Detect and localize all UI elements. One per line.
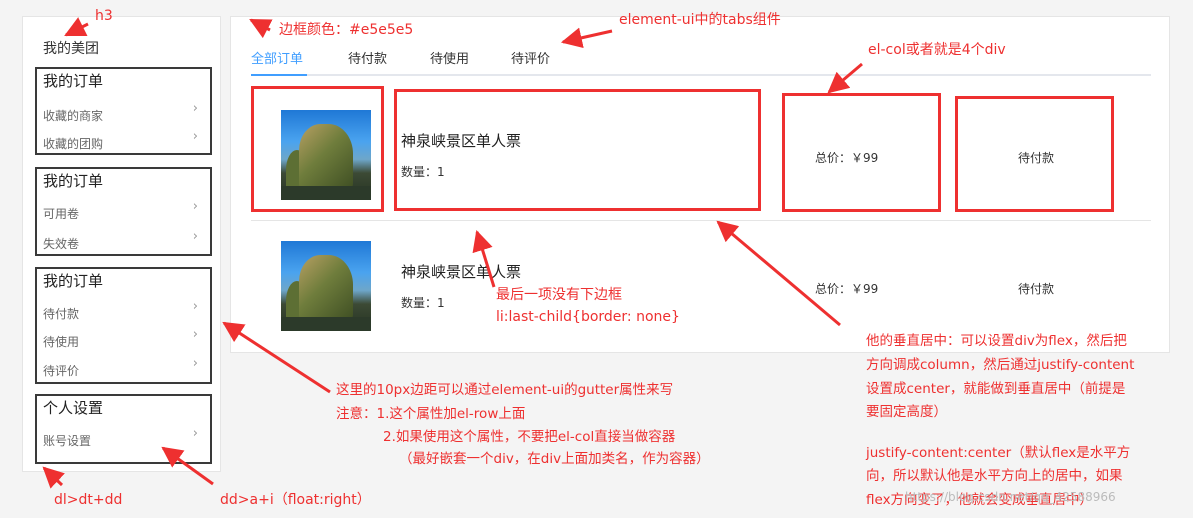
sidebar-item-pending-payment[interactable]: 待付款 [43, 305, 79, 322]
sidebar-group-orders: 我的订单 收藏的商家 › 收藏的团购 › [35, 67, 212, 155]
tab-active-indicator [251, 74, 307, 76]
sidebar-item-valid-coupons[interactable]: 可用卷 [43, 205, 79, 222]
annotation-last-child: 最后一项没有下边框 [496, 287, 622, 303]
sidebar-item-account-settings[interactable]: 账号设置 [43, 432, 91, 449]
sidebar-item-favorite-shops[interactable]: 收藏的商家 [43, 107, 103, 124]
annotation-tabs-component: element-ui中的tabs组件 [619, 12, 781, 28]
sidebar-group-coupons: 我的订单 可用卷 › 失效卷 › [35, 167, 212, 256]
group-title: 我的订单 [43, 172, 104, 190]
tab-all-orders[interactable]: 全部订单 [251, 48, 303, 67]
annotation-box-status-col [955, 96, 1114, 212]
annotation-gutter-line4: （最好嵌套一个div，在div上面加类名，作为容器） [399, 451, 710, 467]
annotation-el-col: el-col或者就是4个div [868, 42, 1006, 58]
annotation-box-info-col [394, 89, 761, 211]
tab-pending-review[interactable]: 待评价 [511, 48, 550, 67]
annotation-vcenter-line3: 设置成center，就能做到垂直居中（前提是 [866, 381, 1126, 397]
annotation-gutter-line2: 注意：1.这个属性加el-row上面 [336, 406, 526, 422]
chevron-right-icon: › [192, 426, 198, 441]
chevron-right-icon: › [192, 129, 198, 144]
annotation-border-color: 边框颜色：#e5e5e5 [279, 22, 414, 38]
sidebar: 我的美团 我的订单 收藏的商家 › 收藏的团购 › 我的订单 可用卷 › 失效卷… [22, 16, 221, 472]
group-title: 我的订单 [43, 272, 104, 290]
annotation-last-child-css: li:last-child{border: none} [496, 309, 680, 325]
product-quantity: 数量：1 [401, 296, 445, 310]
order-total-price: 总价：￥99 [815, 282, 879, 296]
annotation-vcenter-line1: 他的垂直居中：可以设置div为flex，然后把 [866, 333, 1127, 349]
chevron-right-icon: › [192, 299, 198, 314]
annotation-vcenter-line4: 要固定高度） [866, 404, 947, 420]
product-image[interactable] [281, 241, 371, 331]
group-title: 我的订单 [43, 72, 104, 90]
order-status: 待付款 [1018, 282, 1055, 296]
chevron-right-icon: › [192, 101, 198, 116]
tabs-divider [251, 74, 1151, 76]
annotation-dd: dd>a+i（float:right） [220, 492, 371, 508]
annotation-h3: h3 [95, 8, 113, 24]
chevron-right-icon: › [192, 229, 198, 244]
annotation-gutter-line3: 2.如果使用这个属性，不要把el-col直接当做容器 [383, 429, 676, 445]
annotation-box-image-col [251, 86, 384, 212]
sidebar-group-order-status: 我的订单 待付款 › 待使用 › 待评价 › [35, 267, 212, 384]
tab-pending-payment[interactable]: 待付款 [348, 48, 387, 67]
order-row-divider [251, 220, 1151, 221]
annotation-gutter-line1: 这里的10px边距可以通过element-ui的gutter属性来写 [336, 382, 674, 398]
watermark: https://blog.csdn.net/qq_42588966 [905, 490, 1116, 504]
annotation-box-price-col [782, 93, 941, 212]
chevron-right-icon: › [192, 199, 198, 214]
group-title: 个人设置 [43, 399, 104, 417]
tab-pending-use[interactable]: 待使用 [430, 48, 469, 67]
sidebar-title: 我的美团 [43, 41, 99, 57]
sidebar-item-pending-review[interactable]: 待评价 [43, 362, 79, 379]
annotation-vcenter-line2: 方向调成column，然后通过justify-content [866, 357, 1135, 373]
sidebar-group-settings: 个人设置 账号设置 › [35, 394, 212, 464]
sidebar-item-expired-coupons[interactable]: 失效卷 [43, 235, 79, 252]
annotation-vcenter-line7: 向，所以默认他是水平方向上的居中，如果 [866, 468, 1123, 484]
annotation-vcenter-line6: justify-content:center（默认flex是水平方 [866, 445, 1131, 461]
chevron-right-icon: › [192, 327, 198, 342]
annotation-dl: dl>dt+dd [54, 492, 123, 508]
product-name[interactable]: 神泉峡景区单人票 [401, 261, 521, 282]
sidebar-item-pending-use[interactable]: 待使用 [43, 333, 79, 350]
chevron-right-icon: › [192, 356, 198, 371]
sidebar-item-favorite-deals[interactable]: 收藏的团购 [43, 135, 103, 152]
